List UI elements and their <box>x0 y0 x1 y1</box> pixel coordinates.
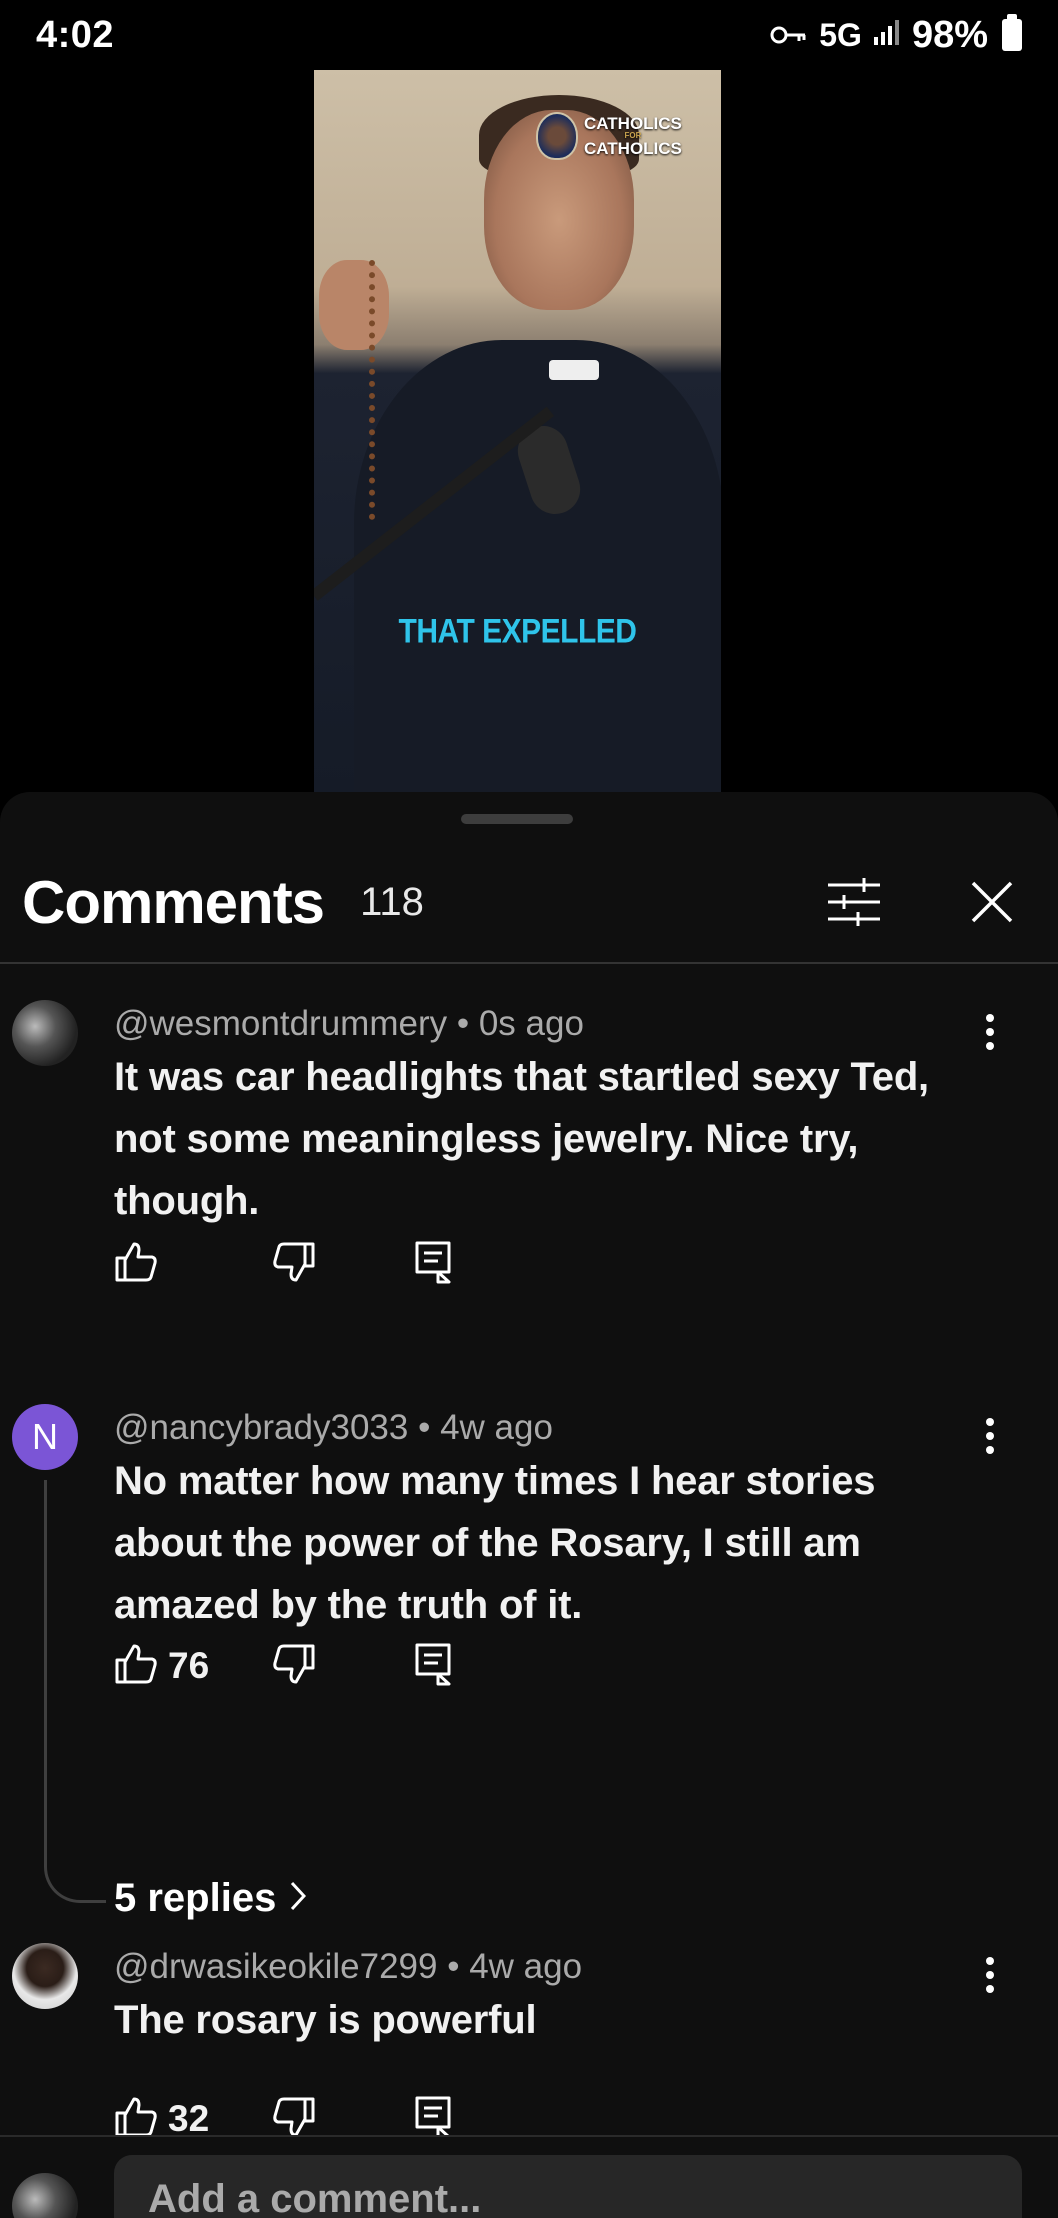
comment-meta: @drwasikeokile7299 • 4w ago <box>114 1947 582 1987</box>
video-caption: THAT EXPELLED <box>398 612 637 651</box>
replies-label: 5 replies <box>114 1876 277 1920</box>
reply-icon <box>414 1240 452 1289</box>
video-figure-hand <box>319 260 389 350</box>
view-replies-button[interactable]: 5 replies <box>114 1876 307 1921</box>
chevron-right-icon <box>290 1876 307 1921</box>
comment-text: The rosary is powerful <box>114 1998 537 2042</box>
comments-sheet: Comments 118 @wesmontdrummery • 0s ago I… <box>0 792 1058 2218</box>
comments-header: Comments 118 <box>0 842 1058 962</box>
status-indicators: 5G 98% <box>769 14 1022 57</box>
video-figure-body <box>354 340 721 792</box>
battery-level: 98% <box>911 13 988 56</box>
signal-icon <box>872 14 902 57</box>
avatar[interactable]: N <box>12 1404 78 1470</box>
current-user-avatar <box>12 2173 78 2218</box>
comment-text: No matter how many times I hear stories … <box>114 1459 876 1627</box>
drag-handle[interactable] <box>461 814 573 824</box>
close-icon[interactable] <box>962 872 1022 932</box>
avatar[interactable] <box>12 1000 78 1066</box>
comment-time: 4w ago <box>440 1408 553 1447</box>
like-button[interactable] <box>114 1240 272 1289</box>
watermark-text: CATHOLICS FOR CATHOLICS <box>584 115 682 157</box>
like-count: 76 <box>168 1645 210 1686</box>
channel-watermark: CATHOLICS FOR CATHOLICS <box>536 112 682 160</box>
meta-separator: • <box>456 1004 479 1043</box>
like-button[interactable]: 76 <box>114 1642 272 1691</box>
add-comment-bar: Add a comment... <box>0 2135 1058 2218</box>
meta-separator: • <box>418 1408 441 1447</box>
comment-author[interactable]: @wesmontdrummery <box>114 1004 447 1043</box>
reply-button[interactable] <box>414 1642 452 1691</box>
header-divider <box>0 962 1058 964</box>
thread-connector <box>44 1480 106 1903</box>
battery-icon <box>1002 14 1022 51</box>
comment-author[interactable]: @drwasikeokile7299 <box>114 1947 437 1986</box>
reply-icon <box>414 1642 452 1691</box>
comment-time: 0s ago <box>478 1004 584 1043</box>
vpn-key-icon <box>769 14 809 57</box>
comment-author[interactable]: @nancybrady3033 <box>114 1408 408 1447</box>
reply-button[interactable] <box>414 1240 452 1289</box>
dislike-button[interactable] <box>272 1642 414 1691</box>
comment-time: 4w ago <box>469 1947 583 1986</box>
watermark-bottom: CATHOLICS <box>584 139 682 158</box>
comment-text: It was car headlights that startled sexy… <box>114 1055 929 1223</box>
status-time: 4:02 <box>36 13 115 56</box>
video-figure-collar <box>549 360 599 380</box>
comments-title: Comments <box>22 868 325 936</box>
thumbs-down-icon <box>272 1240 316 1289</box>
seal-icon <box>536 112 578 160</box>
add-comment-input[interactable]: Add a comment... <box>114 2155 1022 2218</box>
comments-count: 118 <box>360 879 424 924</box>
video-player[interactable]: CATHOLICS FOR CATHOLICS THAT EXPELLED <box>0 0 1058 800</box>
thumbs-up-icon <box>114 1240 158 1289</box>
video-frame[interactable]: CATHOLICS FOR CATHOLICS THAT EXPELLED <box>314 70 721 792</box>
thumbs-down-icon <box>272 1642 316 1691</box>
dislike-button[interactable] <box>272 1240 414 1289</box>
comment-actions: 76 <box>114 1636 452 1696</box>
thumbs-up-icon <box>114 1642 158 1691</box>
like-count: 32 <box>168 2098 210 2139</box>
status-bar: 4:02 5G 98% <box>0 0 1058 70</box>
avatar[interactable] <box>12 1943 78 2009</box>
comment-meta: @nancybrady3033 • 4w ago <box>114 1408 553 1448</box>
comment-meta: @wesmontdrummery • 0s ago <box>114 1004 584 1044</box>
meta-separator: • <box>447 1947 470 1986</box>
comment-actions <box>114 1234 452 1294</box>
rosary-graphic <box>369 260 377 520</box>
sort-filter-icon[interactable] <box>824 872 884 932</box>
network-type: 5G <box>819 16 862 53</box>
